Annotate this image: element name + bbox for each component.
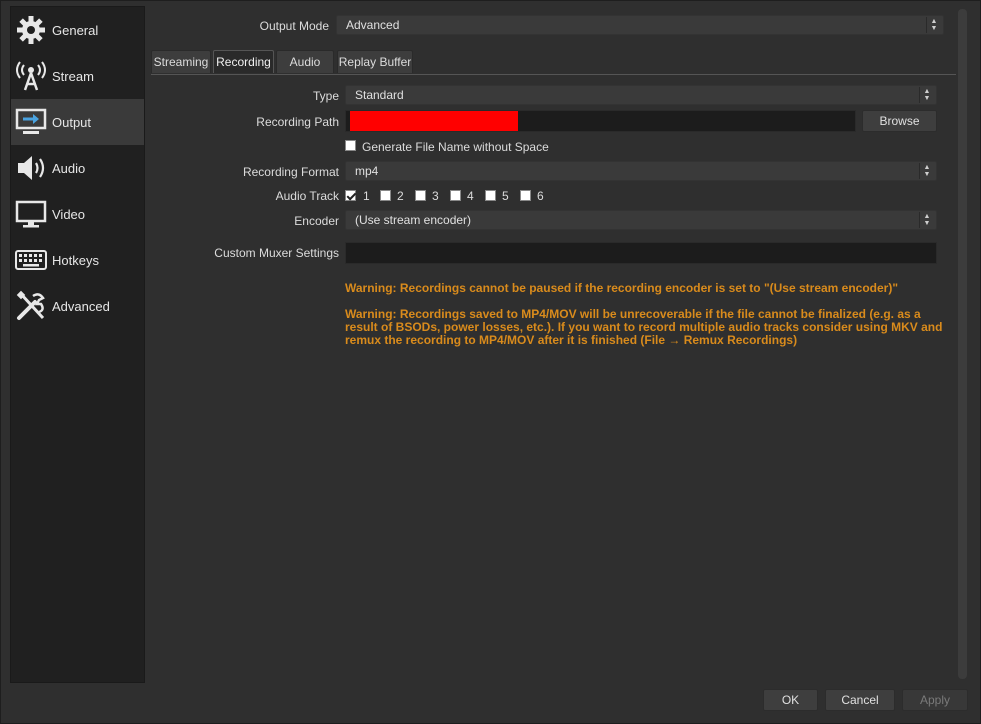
recording-format-label: Recording Format [242, 165, 339, 179]
sidebar-item-label: Advanced [52, 298, 110, 314]
audio-track-4-label: 4 [467, 189, 474, 203]
antenna-icon [14, 59, 48, 93]
warning-pause-text: Warning: Recordings cannot be paused if … [345, 281, 899, 295]
sidebar-item-audio[interactable]: Audio [11, 145, 144, 191]
sidebar-item-label: General [52, 22, 99, 38]
monitor-icon [14, 197, 48, 231]
encoder-label: Encoder [294, 214, 339, 228]
audio-track-6-label: 6 [537, 189, 544, 203]
tab-replay-buffer[interactable]: Replay Buffer [337, 50, 413, 73]
sidebar-item-hotkeys[interactable]: Hotkeys [11, 237, 144, 283]
audio-track-2-checkbox[interactable] [380, 190, 391, 201]
output-mode-select[interactable]: Advanced ▲ ▼ [336, 15, 944, 35]
spin-arrows-icon: ▲ ▼ [919, 87, 934, 103]
audio-track-6-checkbox[interactable] [520, 190, 531, 201]
tab-label: Audio [289, 55, 321, 69]
tab-audio[interactable]: Audio [276, 50, 334, 73]
cancel-button-label: Cancel [841, 693, 879, 707]
tab-label: Recording [216, 55, 271, 69]
sidebar-item-video[interactable]: Video [11, 191, 144, 237]
type-select[interactable]: Standard ▲ ▼ [345, 85, 937, 105]
encoder-select[interactable]: (Use stream encoder) ▲ ▼ [345, 210, 937, 230]
audio-track-4-checkbox[interactable] [450, 190, 461, 201]
browse-button[interactable]: Browse [862, 110, 937, 132]
sidebar-item-label: Audio [52, 160, 86, 176]
sidebar-item-general[interactable]: General [11, 7, 144, 53]
ok-button-label: OK [781, 693, 800, 707]
encoder-value: (Use stream encoder) [355, 213, 472, 227]
custom-muxer-input[interactable] [345, 242, 937, 264]
settings-sidebar: General Stream Output Audio Video Hotkey… [10, 6, 145, 683]
browse-button-label: Browse [879, 114, 920, 128]
warning-mp4-line3: remux the recording to MP4/MOV after it … [345, 333, 798, 347]
sidebar-item-label: Hotkeys [52, 252, 99, 268]
vertical-scrollbar[interactable] [958, 9, 967, 679]
sidebar-item-label: Stream [52, 68, 94, 84]
settings-window: General Stream Output Audio Video Hotkey… [0, 0, 981, 724]
speaker-icon [14, 151, 48, 185]
audio-track-3-checkbox[interactable] [415, 190, 426, 201]
keyboard-icon [14, 243, 48, 277]
sidebar-item-label: Output [52, 114, 92, 130]
monitor-output-icon [14, 105, 48, 139]
audio-track-2-label: 2 [397, 189, 404, 203]
audio-track-5-label: 5 [502, 189, 509, 203]
redacted-path [350, 111, 518, 131]
recording-format-select[interactable]: mp4 ▲ ▼ [345, 161, 937, 181]
type-label: Type [312, 89, 339, 103]
spin-arrows-icon: ▲ ▼ [919, 212, 934, 228]
output-tabs: Streaming Recording Audio Replay Buffer [151, 50, 956, 75]
ok-button[interactable]: OK [763, 689, 818, 711]
sidebar-item-advanced[interactable]: Advanced [11, 283, 144, 329]
sidebar-item-output[interactable]: Output [11, 99, 144, 145]
cancel-button[interactable]: Cancel [825, 689, 895, 711]
recording-path-label: Recording Path [256, 115, 339, 129]
tab-streaming[interactable]: Streaming [151, 50, 211, 73]
tab-recording[interactable]: Recording [213, 50, 274, 73]
tools-icon [14, 289, 48, 323]
tab-label: Replay Buffer [338, 55, 412, 69]
sidebar-item-stream[interactable]: Stream [11, 53, 144, 99]
spin-arrows-icon: ▲ ▼ [919, 163, 934, 179]
spin-arrows-icon: ▲ ▼ [926, 17, 941, 33]
sidebar-item-label: Video [52, 206, 86, 222]
audio-track-5-checkbox[interactable] [485, 190, 496, 201]
apply-button-label: Apply [919, 693, 951, 707]
generate-filename-label: Generate File Name without Space [362, 140, 549, 154]
recording-format-value: mp4 [355, 164, 379, 178]
recording-path-input[interactable] [345, 110, 856, 132]
audio-track-label: Audio Track [275, 189, 339, 203]
audio-track-3-label: 3 [432, 189, 439, 203]
apply-button[interactable]: Apply [902, 689, 968, 711]
tab-label: Streaming [153, 55, 209, 69]
output-mode-label: Output Mode [259, 19, 329, 33]
custom-muxer-label: Custom Muxer Settings [214, 246, 339, 260]
audio-track-1-label: 1 [363, 189, 370, 203]
output-settings-panel: Output Mode Advanced ▲ ▼ Streaming Record… [151, 6, 956, 683]
output-mode-value: Advanced [346, 18, 400, 32]
generate-filename-checkbox[interactable] [345, 140, 356, 151]
type-value: Standard [355, 88, 404, 102]
audio-track-1-checkbox[interactable] [345, 190, 356, 201]
gear-icon [14, 13, 48, 47]
